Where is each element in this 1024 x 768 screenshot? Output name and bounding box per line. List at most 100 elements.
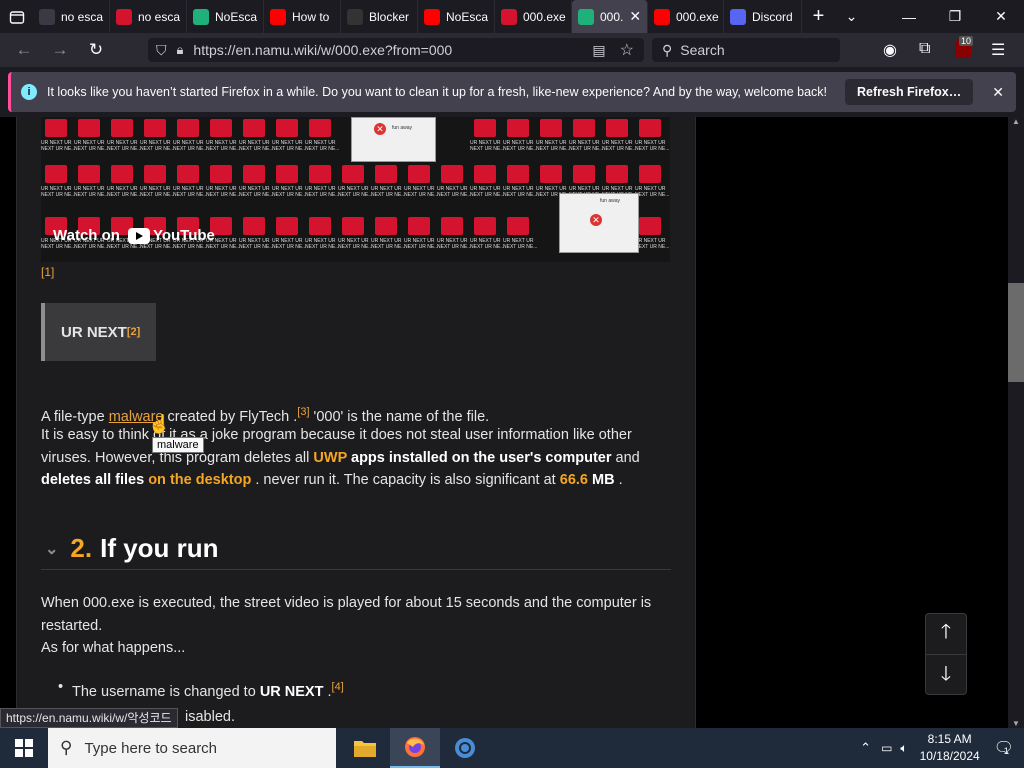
tab[interactable]: 000.exe (495, 0, 572, 33)
reader-view-icon[interactable]: ▤ (592, 42, 605, 59)
list-all-tabs-icon[interactable]: ⌄ (835, 0, 868, 33)
extension-badge: 10 (959, 36, 974, 46)
youtube-video-embed[interactable]: UR NEXT UR NEXT UR NE... UR NEXT UR NEXT … (41, 117, 670, 262)
noesc-icon (193, 8, 209, 25)
taskbar-search-placeholder: Type here to search (84, 739, 218, 757)
paragraph-description: It is easy to think of it as a joke prog… (41, 427, 640, 488)
network-icon[interactable]: ▭ (881, 741, 892, 755)
scroll-down-icon[interactable]: 🡓 (926, 655, 966, 696)
tab[interactable]: Blocker (341, 0, 418, 33)
firefox-taskbar-icon[interactable] (390, 728, 440, 768)
video-tile-label: UR NEXT UR NEXT UR NE... (305, 186, 340, 198)
search-placeholder: Search (680, 42, 725, 58)
footnote-1[interactable]: [1] (41, 265, 54, 279)
video-tile (45, 165, 67, 183)
footnote-3[interactable]: [3] (297, 406, 309, 418)
scroll-navigation: 🡑 🡓 (925, 613, 967, 695)
tab[interactable]: 000. ✕ (572, 0, 648, 33)
video-tile (243, 217, 265, 235)
video-tile-label: UR NEXT UR NEXT UR NE... (404, 186, 439, 198)
scroll-down-arrow-icon[interactable]: ▼ (1008, 719, 1024, 728)
tab-bar: no esca no esca NoEsca How to Blocker NoEsca 0… (0, 0, 1024, 33)
scroll-up-arrow-icon[interactable]: ▲ (1008, 117, 1024, 126)
video-tile (375, 165, 397, 183)
chevron-down-icon[interactable]: ⌄ (45, 539, 58, 559)
system-tray: ⌃ ▭ 🔈︎ 8:15 AM 10/18/2024 🗨︎ 1 (860, 728, 1024, 768)
close-window-button[interactable]: ✕ (978, 0, 1024, 33)
youtube-icon (270, 8, 286, 25)
tab[interactable]: 000.exe (648, 0, 724, 33)
start-button[interactable] (0, 728, 48, 768)
bookmark-star-icon[interactable]: ☆ (620, 40, 634, 60)
video-tile (111, 119, 133, 137)
info-icon: i (21, 84, 37, 100)
chrome-taskbar-icon[interactable] (440, 728, 490, 768)
video-tile-label: UR NEXT UR NEXT UR NE... (305, 238, 340, 250)
tab[interactable]: Discord (724, 0, 802, 33)
forward-button[interactable]: → (42, 33, 78, 67)
lock-icon[interactable]: 🔒︎ (177, 42, 184, 58)
tab[interactable]: How to (264, 0, 341, 33)
clock[interactable]: 8:15 AM 10/18/2024 (920, 731, 980, 765)
video-tile (606, 165, 628, 183)
firefox-view-icon[interactable] (0, 0, 33, 33)
file-explorer-icon[interactable] (340, 728, 390, 768)
footnote-4[interactable]: [4] (332, 681, 344, 693)
chevron-up-icon[interactable]: ⌃ (860, 740, 871, 756)
scrollbar-thumb[interactable] (1008, 283, 1024, 382)
tab[interactable]: NoEsca (187, 0, 264, 33)
video-tile-label: UR NEXT UR NEXT UR NE... (74, 140, 109, 152)
taskbar-search-box[interactable]: ⚲ Type here to search (48, 728, 336, 768)
close-notification-icon[interactable]: ✕ (992, 84, 1004, 101)
tab[interactable]: no esca (110, 0, 187, 33)
new-tab-icon[interactable]: + (802, 0, 835, 33)
back-button[interactable]: ← (6, 33, 42, 67)
video-tile-label: UR NEXT UR NEXT UR NE... (239, 238, 274, 250)
watch-on-youtube-button[interactable]: Watch on YouTube (53, 227, 215, 244)
section-number: 2. (70, 533, 93, 563)
notification-center-icon[interactable]: 🗨︎ 1 (994, 738, 1014, 758)
tab-label: NoEsca (446, 9, 489, 24)
extensions-icon[interactable]: ⧉ (919, 40, 930, 58)
tab[interactable]: no esca (33, 0, 110, 33)
notification-bar: i It looks like you haven’t started Fire… (0, 67, 1024, 117)
video-tile (408, 165, 430, 183)
urnext-quote-box: UR NEXT [2] (41, 303, 156, 361)
video-tile-label: UR NEXT UR NEXT UR NE... (635, 238, 670, 250)
tab-label: 000.exe (523, 9, 566, 24)
video-tile-label: UR NEXT UR NEXT UR NE... (272, 238, 307, 250)
discord-icon (730, 8, 746, 25)
video-tile (276, 119, 298, 137)
url-bar[interactable]: ⛉ 🔒︎ https://en.namu.wiki/w/000.exe?from… (148, 38, 644, 62)
noesc-icon (578, 8, 594, 25)
close-tab-icon[interactable]: ✕ (629, 8, 641, 25)
video-tile (474, 165, 496, 183)
tab[interactable]: NoEsca (418, 0, 495, 33)
video-tile (573, 119, 595, 137)
hand-cursor-icon: ☝ (148, 414, 171, 434)
shield-icon[interactable]: ⛉ (156, 42, 167, 59)
video-tile (474, 217, 496, 235)
tab-label: no esca (61, 9, 104, 24)
account-icon[interactable]: ◉ (883, 40, 897, 60)
footnote-2[interactable]: [2] (127, 326, 140, 338)
video-tile (177, 165, 199, 183)
section-heading[interactable]: ⌄ 2. If you run (41, 528, 671, 570)
video-tile (375, 217, 397, 235)
video-tile-label: UR NEXT UR NEXT UR NE... (338, 238, 373, 250)
refresh-firefox-button[interactable]: Refresh Firefox… (845, 79, 974, 105)
video-tile-label: UR NEXT UR NEXT UR NE... (173, 140, 208, 152)
scroll-up-icon[interactable]: 🡑 (926, 614, 966, 655)
url-text[interactable]: https://en.namu.wiki/w/000.exe?from=000 (193, 42, 452, 58)
video-tile (210, 119, 232, 137)
minimize-button[interactable]: — (886, 0, 932, 33)
volume-muted-icon[interactable]: 🔈︎ (900, 741, 907, 756)
search-bar[interactable]: ⚲ Search (652, 38, 840, 62)
video-tile (210, 165, 232, 183)
restore-button[interactable]: ❐ (932, 0, 978, 33)
video-tile-label: UR NEXT UR NEXT UR NE... (305, 140, 340, 152)
reload-button[interactable]: ↻ (78, 33, 114, 67)
video-tile-label: UR NEXT UR NEXT UR NE... (635, 140, 670, 152)
vertical-scrollbar[interactable]: ▲ ▼ (1008, 117, 1024, 728)
menu-icon[interactable]: ☰ (991, 40, 1005, 60)
